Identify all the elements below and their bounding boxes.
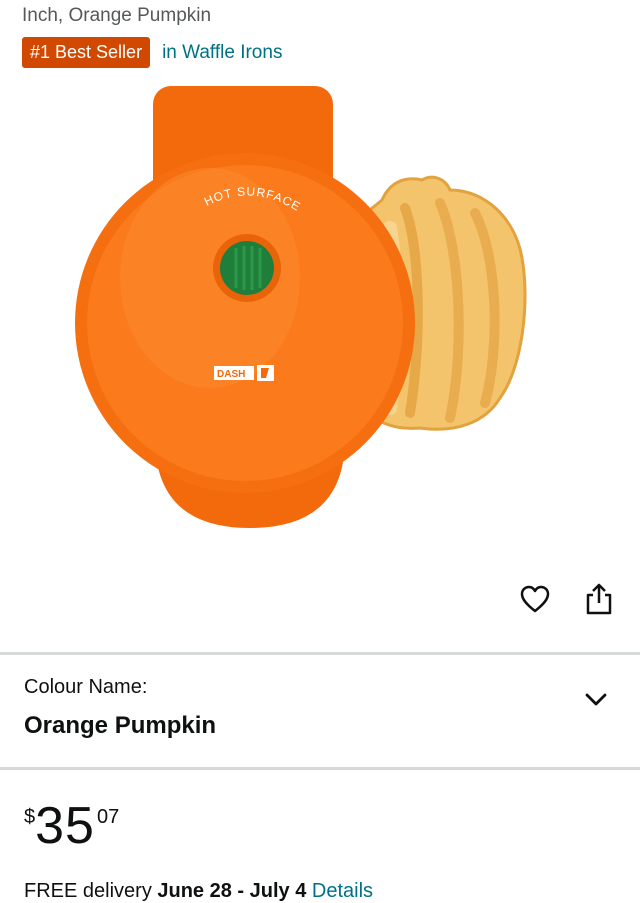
best-seller-badge[interactable]: #1 Best Seller [22, 37, 151, 68]
best-seller-row: #1 Best Seller in Waffle Irons [22, 37, 282, 68]
category-link[interactable]: in Waffle Irons [162, 42, 282, 64]
divider [0, 652, 640, 655]
price: $ 35 07 [24, 798, 119, 854]
colour-label: Colour Name: [24, 676, 148, 698]
delivery-info: FREE delivery June 28 - July 4 Details [24, 880, 373, 903]
share-icon[interactable] [582, 580, 616, 618]
chevron-down-icon[interactable] [584, 692, 608, 713]
colour-selector[interactable]: Colour Name: Orange Pumpkin [0, 656, 640, 768]
image-actions [518, 580, 616, 618]
price-symbol: $ [24, 806, 36, 828]
product-image[interactable]: HOT SURFACE DASH [60, 78, 580, 538]
delivery-details-link[interactable]: Details [312, 880, 373, 902]
delivery-prefix: FREE delivery [24, 880, 152, 902]
product-title-fragment: Inch, Orange Pumpkin [22, 5, 212, 26]
brand-label: DASH [217, 369, 245, 380]
price-whole: 35 [35, 797, 95, 855]
colour-value: Orange Pumpkin [24, 712, 217, 739]
heart-icon[interactable] [518, 580, 552, 618]
delivery-dates: June 28 - July 4 [157, 880, 307, 902]
price-fraction: 07 [96, 806, 120, 828]
waffle-maker: HOT SURFACE DASH [75, 86, 415, 528]
divider [0, 767, 640, 770]
